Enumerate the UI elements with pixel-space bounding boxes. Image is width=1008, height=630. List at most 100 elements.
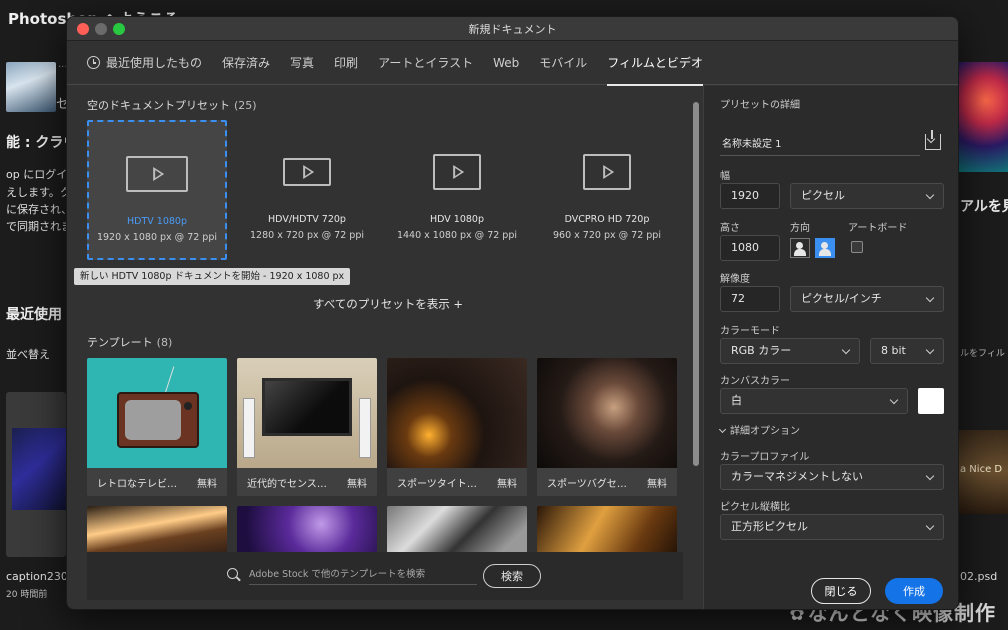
window-maximize-button[interactable] xyxy=(113,23,125,35)
preset-card-hdv-1080p[interactable]: HDV 1080p 1440 x 1080 px @ 72 ppi xyxy=(387,120,527,260)
tab-film-video[interactable]: フィルムとビデオ xyxy=(607,41,703,86)
chevron-down-icon xyxy=(925,293,935,303)
home-feature-thumbnail-right[interactable] xyxy=(958,62,1008,172)
dialog-title: 新規ドキュメント xyxy=(468,22,557,36)
preset-scrollbar[interactable] xyxy=(692,86,700,609)
preset-name: HDV/HDTV 720p xyxy=(268,214,346,225)
resolution-label: 解像度 xyxy=(720,274,750,285)
template-thumbnail xyxy=(237,358,377,468)
chevron-down-icon xyxy=(925,345,935,355)
preset-card-hdtv-1080p[interactable]: HDTV 1080p 1920 x 1080 px @ 72 ppi xyxy=(87,120,227,260)
tab-art-illustration[interactable]: アートとイラスト xyxy=(378,41,473,85)
portrait-orientation-button[interactable] xyxy=(790,238,810,258)
home-feature-line: で同期されま xyxy=(6,220,72,233)
window-minimize-button[interactable] xyxy=(95,23,107,35)
width-unit-select[interactable]: ピクセル xyxy=(790,183,944,209)
advanced-options-label: 詳細オプション xyxy=(730,426,800,437)
home-sort-label[interactable]: 並べ替え xyxy=(6,346,50,362)
color-mode-label: カラーモード xyxy=(720,326,780,337)
video-preset-icon xyxy=(126,156,188,192)
home-file-time: 20 時間前 xyxy=(6,590,48,600)
canvas-color-swatch[interactable] xyxy=(918,388,944,414)
video-preset-icon xyxy=(583,154,631,190)
person-icon xyxy=(796,242,803,249)
blank-presets-count: (25) xyxy=(234,99,257,112)
play-icon xyxy=(603,165,615,179)
home-feature-thumbnail[interactable] xyxy=(6,62,56,112)
width-input[interactable]: 1920 xyxy=(720,183,780,209)
template-card-modern-screen[interactable]: 近代的でセンスの… 無料 xyxy=(237,358,377,496)
bit-depth-select[interactable]: 8 bit xyxy=(870,338,944,364)
height-input[interactable]: 1080 xyxy=(720,235,780,261)
preset-tooltip: 新しい HDTV 1080p ドキュメントを開始 - 1920 x 1080 p… xyxy=(74,268,351,285)
tab-print[interactable]: 印刷 xyxy=(334,41,358,85)
bit-depth-value: 8 bit xyxy=(881,344,906,357)
stock-search-input[interactable] xyxy=(249,565,477,585)
search-button[interactable]: 検索 xyxy=(483,564,541,588)
template-price: 無料 xyxy=(647,479,667,490)
width-unit-value: ピクセル xyxy=(801,189,845,202)
color-profile-select[interactable]: カラーマネジメントしない xyxy=(720,464,944,490)
tab-saved[interactable]: 保存済み xyxy=(222,41,270,85)
preset-dimensions: 1920 x 1080 px @ 72 ppi xyxy=(96,232,218,243)
orientation-label: 方向 xyxy=(790,223,810,234)
templates-heading: テンプレート (8) xyxy=(87,334,172,350)
pixel-aspect-select[interactable]: 正方形ピクセル xyxy=(720,514,944,540)
save-preset-icon[interactable] xyxy=(925,130,941,150)
close-button[interactable]: 閉じる xyxy=(811,578,871,604)
canvas-color-label: カンバスカラー xyxy=(720,376,790,387)
clock-icon xyxy=(87,56,100,69)
template-name: スポーツタイトル… xyxy=(397,479,483,490)
preset-card-hdv-hdtv-720p[interactable]: HDV/HDTV 720p 1280 x 720 px @ 72 ppi xyxy=(237,120,377,260)
template-name: レトロなテレビ画面… xyxy=(97,479,183,490)
preset-name: DVCPRO HD 720p xyxy=(564,214,650,225)
tab-recent[interactable]: 最近使用したもの xyxy=(87,41,202,85)
template-name: スポーツバグセット xyxy=(547,479,633,490)
pixel-aspect-label: ピクセル縦横比 xyxy=(720,502,790,513)
document-name-field[interactable]: 名称未設定 1 xyxy=(720,134,920,156)
show-all-presets-link[interactable]: すべてのプリセットを表示 + xyxy=(313,296,463,312)
advanced-options-toggle[interactable]: 詳細オプション xyxy=(718,422,800,437)
window-close-button[interactable] xyxy=(77,23,89,35)
resolution-input[interactable]: 72 xyxy=(720,286,780,312)
width-label: 幅 xyxy=(720,171,730,182)
blank-presets-title: 空のドキュメントプリセット xyxy=(87,99,230,112)
resolution-unit-select[interactable]: ピクセル/インチ xyxy=(790,286,944,312)
artboard-checkbox[interactable] xyxy=(851,241,863,253)
pixel-aspect-value: 正方形ピクセル xyxy=(731,520,808,533)
create-button[interactable]: 作成 xyxy=(885,578,943,604)
home-filter-label[interactable]: ルをフィル xyxy=(960,346,1005,359)
template-price: 無料 xyxy=(347,479,367,490)
stock-search-bar: 検索 xyxy=(87,552,683,600)
tab-label: 最近使用したもの xyxy=(106,56,203,70)
home-feature-line: えします。ク xyxy=(6,186,71,199)
preset-name: HDV 1080p xyxy=(429,214,485,225)
preset-browser: 空のドキュメントプリセット (25) HDTV 1080p 1920 x 1080… xyxy=(67,86,703,609)
canvas-color-select[interactable]: 白 xyxy=(720,388,908,414)
chevron-down-icon xyxy=(925,190,935,200)
dialog-titlebar[interactable]: 新規ドキュメント xyxy=(67,17,958,41)
scrollbar-thumb[interactable] xyxy=(693,102,699,466)
preset-card-dvcpro-hd-720p[interactable]: DVCPRO HD 720p 960 x 720 px @ 72 ppi xyxy=(537,120,677,260)
chevron-down-icon xyxy=(889,395,899,405)
color-mode-select[interactable]: RGB カラー xyxy=(720,338,860,364)
blank-presets-heading: 空のドキュメントプリセット (25) xyxy=(87,97,257,113)
height-label: 高さ xyxy=(720,223,740,234)
play-icon xyxy=(303,165,315,179)
preset-dimensions: 960 x 720 px @ 72 ppi xyxy=(553,230,661,241)
home-recent-file-thumbnail[interactable] xyxy=(6,392,66,557)
home-recent-file-thumbnail-right[interactable]: a Nice D xyxy=(958,430,1008,514)
tab-mobile[interactable]: モバイル xyxy=(539,41,587,85)
home-file-name[interactable]: caption2301 xyxy=(6,570,75,583)
landscape-orientation-button[interactable] xyxy=(815,238,835,258)
template-card-retro-tv[interactable]: レトロなテレビ画面… 無料 xyxy=(87,358,227,496)
person-icon xyxy=(821,242,828,249)
play-icon xyxy=(153,167,165,181)
template-card-sports-title[interactable]: スポーツタイトル… 無料 xyxy=(387,358,527,496)
template-card-sports-bug[interactable]: スポーツバグセット 無料 xyxy=(537,358,677,496)
template-price: 無料 xyxy=(197,479,217,490)
tab-web[interactable]: Web xyxy=(493,41,519,85)
home-file-name-right[interactable]: 02.psd xyxy=(960,570,997,583)
tab-photo[interactable]: 写真 xyxy=(290,41,314,85)
resolution-unit-value: ピクセル/インチ xyxy=(801,292,882,305)
